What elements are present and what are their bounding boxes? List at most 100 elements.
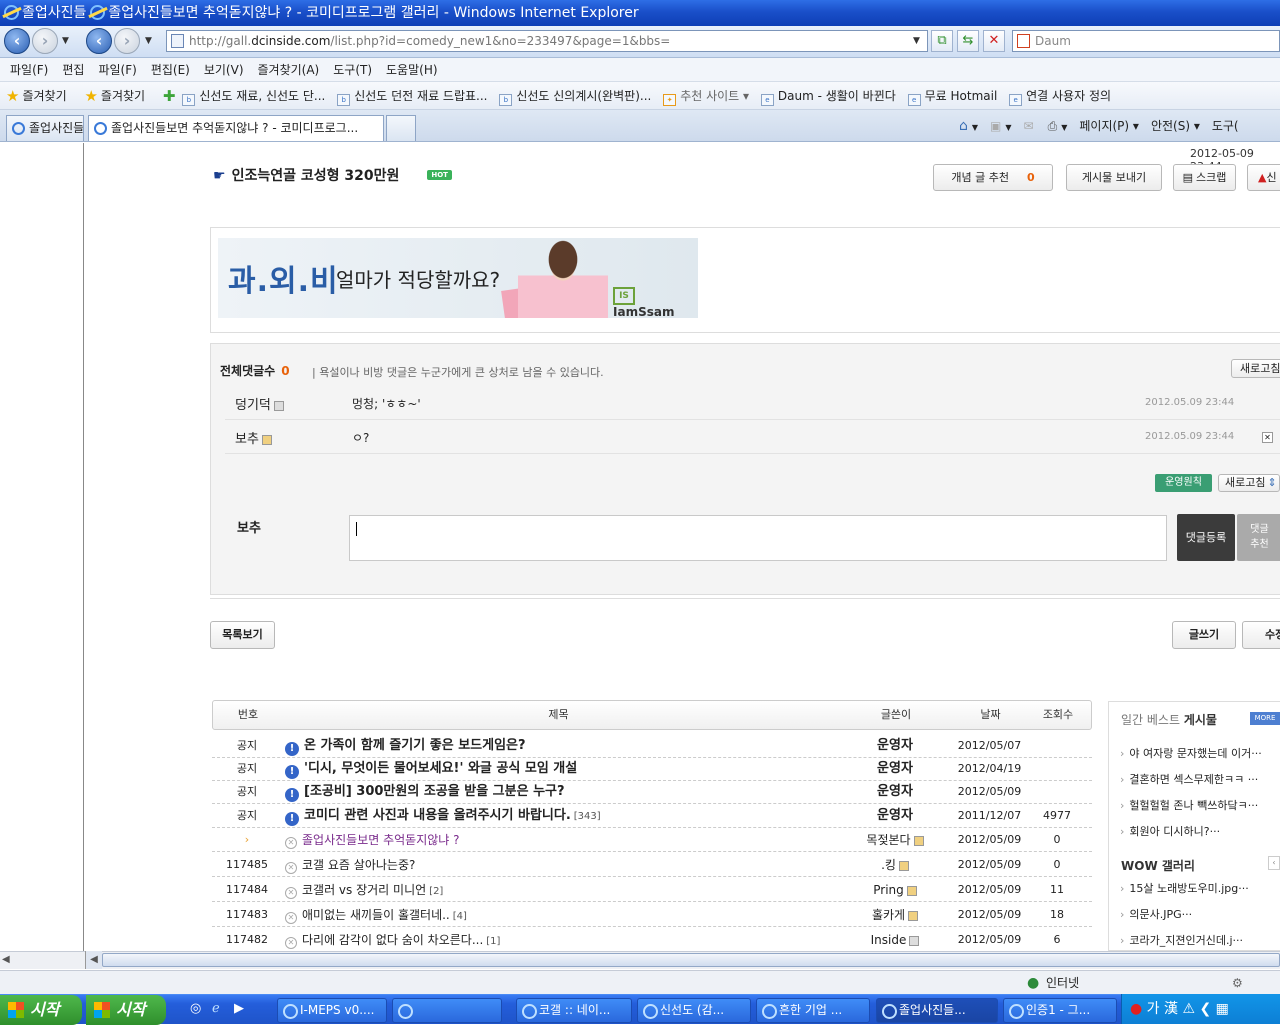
row-author[interactable]: .킹 bbox=[840, 853, 950, 878]
title-left-tab[interactable]: 졸업사진들 bbox=[22, 5, 86, 21]
ime-text[interactable]: 가 漢 bbox=[1147, 1001, 1178, 1017]
row-author[interactable]: 운영자 bbox=[840, 757, 950, 781]
chevron-down-icon[interactable]: ▼ bbox=[1061, 123, 1067, 132]
refresh-icon[interactable]: ⇆ bbox=[957, 30, 979, 52]
forward-arrow-icon[interactable]: › bbox=[114, 28, 140, 54]
row-subject-text[interactable]: 코미디 관련 사진과 내용을 올려주시기 바랍니다. bbox=[304, 808, 571, 823]
taskbar-button[interactable]: 신선도 (감... bbox=[637, 998, 751, 1023]
row-subject[interactable]: ! [조공비] 300만원의 조공을 받을 그분은 누구? bbox=[285, 780, 865, 804]
row-subject[interactable]: ✕ 다리에 감각이 없다 숨이 차오른다... [1] bbox=[285, 928, 865, 951]
tab-graduation[interactable]: 졸업사진들 bbox=[6, 115, 84, 141]
row-author-name[interactable]: Pring bbox=[873, 883, 904, 897]
row-subject-text[interactable]: '디시, 무엇이든 물어보세요!' 와글 공식 모임 개설 bbox=[304, 761, 577, 776]
row-subject[interactable]: ✕ 졸업사진들보면 추억돋지않냐 ? bbox=[285, 828, 865, 853]
search-input[interactable]: Daum bbox=[1012, 30, 1280, 52]
ime-icon[interactable]: ● bbox=[1130, 1001, 1142, 1017]
menu-tools-cmd[interactable]: 도구( bbox=[1212, 119, 1239, 133]
edit-button[interactable]: 수정 bbox=[1242, 621, 1280, 649]
ad-banner[interactable]: 과.외.비 얼마가 적당할까요? ISIamSsam bbox=[218, 238, 698, 318]
taskbar-button-active[interactable]: 졸업사진들... bbox=[876, 998, 998, 1023]
chevron-down-icon[interactable]: ▼ bbox=[145, 36, 152, 46]
row-subject[interactable]: ✕ 애미없는 새끼들이 홀갤터네.. [4] bbox=[285, 903, 865, 929]
scroll-left-icon[interactable]: ◀ bbox=[2, 954, 10, 965]
menu-edit-ghost[interactable]: 편집 bbox=[62, 63, 84, 77]
compatibility-icon[interactable]: ⧉ bbox=[931, 30, 953, 52]
quicklaunch-icon[interactable]: ◎ bbox=[190, 1001, 201, 1016]
row-subject[interactable]: ✕ 코갤러 vs 장거리 미니언 [2] bbox=[285, 878, 865, 904]
comment-textarea[interactable] bbox=[349, 515, 1167, 561]
address-bar[interactable]: http://gall.dcinside.com/list.php?id=com… bbox=[166, 30, 928, 52]
row-author-name[interactable]: 목젖본다 bbox=[866, 833, 910, 847]
row-author-name[interactable]: 홀카게 bbox=[872, 908, 905, 922]
back-arrow-icon[interactable]: ‹ bbox=[4, 28, 30, 54]
menu-view[interactable]: 보기(V) bbox=[204, 63, 244, 77]
back-arrow-icon[interactable]: ‹ bbox=[86, 28, 112, 54]
feeds-icon[interactable]: ▣ bbox=[990, 119, 1001, 133]
wow-item[interactable]: 15살 노래방도우미.jpg··· bbox=[1120, 880, 1278, 896]
row-subject-text[interactable]: 코갤 요즘 살아나는중? bbox=[302, 858, 415, 872]
comment-author-name[interactable]: 덩기덕 bbox=[235, 398, 271, 413]
refresh-comments-button[interactable]: 새로고침 bbox=[1231, 359, 1280, 378]
menu-edit[interactable]: 편집(E) bbox=[151, 63, 190, 77]
scrap-button[interactable]: ▤ 스크랩 bbox=[1173, 164, 1236, 191]
new-tab-button[interactable] bbox=[386, 115, 416, 141]
chevron-down-icon[interactable]: ▼ bbox=[1005, 123, 1011, 132]
recommend-button[interactable]: 개념 글 추천 0 bbox=[933, 164, 1053, 191]
ie-quicklaunch-icon[interactable]: ℯ bbox=[212, 1001, 220, 1016]
reply-count[interactable]: [343] bbox=[574, 811, 601, 822]
fav-item[interactable]: Daum - 생활이 바뀐다 bbox=[778, 89, 896, 103]
row-subject[interactable]: ! '디시, 무엇이든 물어보세요!' 와글 공식 모임 개설 bbox=[285, 757, 865, 781]
start-button[interactable]: 시작 bbox=[0, 995, 82, 1025]
row-author-name[interactable]: 운영자 bbox=[877, 784, 913, 799]
forward-arrow-icon[interactable]: › bbox=[32, 28, 58, 54]
menu-tools[interactable]: 도구(T) bbox=[333, 63, 372, 77]
wow-item[interactable]: 코라가_지젼인거신데.j··· bbox=[1120, 932, 1278, 948]
favorites-button[interactable]: 즐겨찾기 bbox=[101, 89, 145, 103]
row-subject-text[interactable]: 다리에 감각이 없다 숨이 차오른다... bbox=[302, 933, 483, 947]
row-author-name[interactable]: .킹 bbox=[881, 858, 896, 872]
taskbar-button[interactable]: 코갤 :: 네이... bbox=[516, 998, 632, 1023]
row-author[interactable]: 운영자 bbox=[840, 780, 950, 804]
favorites-button[interactable]: 즐겨찾기 bbox=[22, 89, 66, 103]
wow-item[interactable]: 의문사.JPG··· bbox=[1120, 906, 1278, 922]
menu-help[interactable]: 도움말(H) bbox=[386, 63, 438, 77]
row-author-name[interactable]: 운영자 bbox=[877, 761, 913, 776]
row-author-name[interactable]: 운영자 bbox=[877, 808, 913, 823]
menu-page[interactable]: 페이지(P) ▾ bbox=[1079, 119, 1139, 133]
row-subject[interactable]: ! 온 가족이 함께 즐기기 좋은 보드게임은? bbox=[285, 734, 865, 758]
address-dropdown-icon[interactable]: ▼ bbox=[913, 36, 920, 46]
reply-count[interactable]: [2] bbox=[429, 886, 443, 897]
row-subject-text[interactable]: 코갤러 vs 장거리 미니언 bbox=[302, 883, 426, 897]
row-author-name[interactable]: Inside bbox=[871, 933, 907, 947]
more-button[interactable]: MORE bbox=[1250, 712, 1280, 725]
scroll-thumb[interactable] bbox=[102, 953, 1280, 967]
menu-favorites[interactable]: 즐겨찾기(A) bbox=[258, 63, 320, 77]
row-subject[interactable]: ! 코미디 관련 사진과 내용을 올려주시기 바랍니다. [343] bbox=[285, 804, 865, 829]
delete-comment-icon[interactable]: ✕ bbox=[1262, 432, 1273, 443]
start-button-2[interactable]: 시작 bbox=[86, 995, 166, 1025]
fav-item[interactable]: 신선도 던전 재료 드랍표... bbox=[354, 89, 487, 103]
row-author[interactable]: Pring bbox=[840, 878, 950, 903]
chevron-down-icon[interactable]: ▼ bbox=[972, 123, 978, 132]
send-post-button[interactable]: 게시물 보내기 bbox=[1066, 164, 1162, 191]
fav-item[interactable]: 신선도 신의계시(완벽판)... bbox=[516, 89, 651, 103]
row-author[interactable]: 운영자 bbox=[840, 734, 950, 758]
row-author[interactable]: Inside bbox=[840, 928, 950, 951]
home-icon[interactable]: ⌂ bbox=[959, 118, 968, 134]
fav-item[interactable]: 신선도 재료, 신선도 단... bbox=[199, 89, 325, 103]
row-subject[interactable]: ✕ 코갤 요즘 살아나는중? bbox=[285, 853, 865, 878]
add-favorite-icon[interactable]: ✚ bbox=[163, 87, 176, 105]
operation-rules-button[interactable]: 운영원칙 bbox=[1155, 474, 1212, 492]
row-subject-text[interactable]: [조공비] 300만원의 조공을 받을 그분은 누구? bbox=[304, 784, 565, 799]
row-author[interactable]: 목젖본다 bbox=[840, 828, 950, 853]
row-subject-text[interactable]: 졸업사진들보면 추억돋지않냐 ? bbox=[302, 833, 460, 847]
refresh-button[interactable]: 새로고침 ⇕ bbox=[1218, 474, 1280, 492]
comment-author-name[interactable]: 보추 bbox=[235, 432, 259, 447]
row-author-name[interactable]: 운영자 bbox=[877, 738, 913, 753]
fav-item[interactable]: 연결 사용자 정의 bbox=[1026, 89, 1111, 103]
taskbar-button[interactable]: I-MEPS v0.... bbox=[277, 998, 387, 1023]
mail-icon[interactable]: ✉ bbox=[1024, 119, 1034, 133]
taskbar-button[interactable]: 흔한 기업 ... bbox=[756, 998, 870, 1023]
scroll-left-icon[interactable]: ◀ bbox=[85, 951, 102, 969]
best-item[interactable]: 결혼하면 섹스무제한ㅋㅋ ··· bbox=[1120, 771, 1278, 787]
